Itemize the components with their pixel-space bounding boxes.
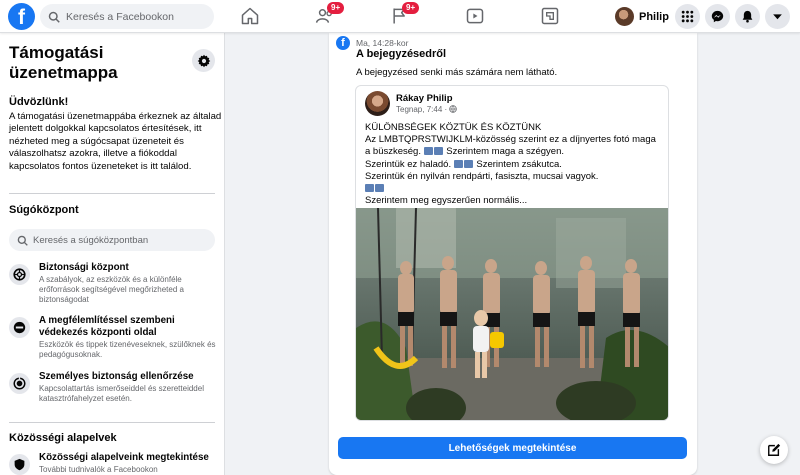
profile-name: Philip: [639, 10, 669, 23]
video-icon: [466, 8, 484, 24]
sidebar-item-title: Közösségi alapelveink megtekintése: [39, 452, 209, 463]
friends-badge: 9+: [327, 2, 345, 14]
account-button[interactable]: [765, 4, 790, 29]
messenger-icon: [711, 10, 724, 23]
arrow-left-icon: [433, 147, 443, 156]
view-options-button[interactable]: Lehetőségek megtekintése: [338, 437, 687, 459]
message-time: Ma, 14:28-kor: [356, 38, 409, 48]
avatar: [615, 7, 634, 26]
support-inbox-sidebar: Támogatási üzenetmappa Üdvözlünk! A támo…: [0, 33, 225, 475]
sidebar-icon-wrapper: [9, 264, 30, 285]
message-title: A bejegyzésedről: [356, 48, 447, 60]
sidebar-item-title: Biztonsági központ: [39, 262, 129, 273]
help-center-search[interactable]: [9, 229, 215, 251]
help-center-heading: Súgóközpont: [9, 204, 79, 216]
divider: [9, 422, 215, 423]
post-photo[interactable]: [356, 208, 669, 420]
sidebar-icon-wrapper: [9, 454, 30, 475]
search-input[interactable]: [66, 10, 206, 23]
sidebar-item-desc: Kapcsolattartás ismerőseiddel és szerett…: [39, 384, 204, 403]
grid-menu-icon: [681, 10, 694, 23]
nav-gaming[interactable]: [520, 0, 580, 32]
sidebar-icon-wrapper: [9, 373, 30, 394]
post-line: Az LMBTQPRSTWIJKLM-közösség szerint ez a…: [365, 134, 656, 146]
page-title: Támogatási üzenetmappa: [9, 43, 118, 82]
compose-icon: [768, 443, 781, 456]
arrow-left-icon: [375, 184, 384, 193]
sidebar-icon-wrapper: [9, 317, 30, 338]
arrow-right-icon: [453, 159, 463, 168]
post-line: KÜLÖNBSÉGEK KÖZTÜK ÉS KÖZTÜNK: [365, 122, 542, 133]
reported-post: Rákay Philip Tegnap, 7:44 · KÜLÖNBSÉGEK …: [355, 85, 669, 421]
menu-button[interactable]: [675, 4, 700, 29]
post-line: Szerintem meg egyszerűen normális...: [365, 195, 528, 207]
arrow-right-icon: [365, 184, 374, 193]
settings-button[interactable]: [192, 49, 215, 72]
help-search-input[interactable]: [33, 234, 203, 246]
pages-badge: 9+: [402, 2, 420, 14]
life-ring-icon: [13, 268, 26, 281]
sidebar-item-title: A megfélemlítéssel szembeni védekezés kö…: [39, 315, 175, 338]
profile-shortcut[interactable]: Philip: [612, 4, 670, 29]
search-icon: [48, 11, 60, 23]
post-line: Szerintem maga a szégyen.: [446, 146, 565, 158]
post-line: Szerintem zsákutca.: [476, 158, 562, 170]
sidebar-item-desc: A szabályok, az eszközök és a különféle …: [39, 275, 184, 304]
welcome-heading: Üdvözlünk!: [9, 96, 69, 108]
nav-watch[interactable]: [445, 0, 505, 32]
facebook-search-box[interactable]: [40, 4, 214, 29]
post-line: Szerintük én nyilván rendpárti, fasiszta…: [365, 170, 599, 182]
safety-check-icon: [13, 377, 26, 390]
post-author[interactable]: Rákay Philip: [396, 93, 453, 104]
gaming-icon: [541, 7, 559, 25]
caret-down-icon: [773, 14, 782, 20]
post-arrows: [365, 183, 665, 195]
community-standards-heading: Közösségi alapelvek: [9, 432, 117, 444]
divider: [9, 193, 215, 194]
sidebar-item-safety-check[interactable]: Személyes biztonság ellenőrzése Kapcsola…: [9, 371, 219, 404]
arrow-left-icon: [463, 159, 473, 168]
support-message-card: f Ma, 14:28-kor A bejegyzésedről A bejeg…: [329, 33, 697, 475]
facebook-logo-icon: f: [336, 36, 350, 50]
shield-icon: [14, 458, 25, 471]
top-navigation-bar: f 9+ 9+ Philip: [0, 0, 800, 33]
nav-pages[interactable]: 9+: [370, 0, 430, 32]
sidebar-item-safety-center[interactable]: Biztonsági központ A szabályok, az eszkö…: [9, 262, 219, 305]
gear-icon: [197, 54, 210, 67]
arrow-right-icon: [423, 147, 433, 156]
nav-friends[interactable]: 9+: [295, 0, 355, 32]
sidebar-item-bullying-prevention[interactable]: A megfélemlítéssel szembeni védekezés kö…: [9, 315, 219, 360]
notifications-button[interactable]: [735, 4, 760, 29]
post-line: Szerintük ez haladó.: [365, 158, 452, 170]
new-message-button[interactable]: [760, 436, 788, 464]
globe-icon: [449, 105, 458, 113]
no-entry-icon: [13, 321, 26, 334]
messenger-button[interactable]: [705, 4, 730, 29]
post-line-wrapper: Szerintük ez haladó. Szerintem zsákutca.: [365, 159, 665, 171]
sidebar-item-desc: További tudnivalók a Facebookon: [39, 465, 158, 474]
search-icon: [17, 235, 28, 246]
intro-text: A támogatási üzenetmappába érkeznek az á…: [9, 111, 222, 172]
post-time: Tegnap, 7:44 ·: [396, 105, 458, 114]
facebook-logo-icon[interactable]: f: [8, 3, 35, 30]
post-line: a büszkeség.: [365, 146, 421, 158]
message-body: A bejegyzésed senki más számára nem láth…: [356, 67, 558, 78]
avatar[interactable]: [365, 91, 390, 116]
post-time-text: Tegnap, 7:44 ·: [396, 105, 450, 114]
sidebar-item-desc: Eszközök és tippek tizenéveseknek, szülő…: [39, 340, 216, 359]
post-line-wrapper: a büszkeség. Szerintem maga a szégyen.: [365, 146, 665, 158]
nav-home[interactable]: [220, 0, 280, 32]
sidebar-item-community-standards[interactable]: Közösségi alapelveink megtekintése Továb…: [9, 452, 219, 475]
bell-icon: [742, 10, 753, 23]
post-text: KÜLÖNBSÉGEK KÖZTÜK ÉS KÖZTÜNK Az LMBTQPR…: [365, 122, 665, 207]
sidebar-item-title: Személyes biztonság ellenőrzése: [39, 371, 194, 382]
home-icon: [241, 7, 259, 25]
